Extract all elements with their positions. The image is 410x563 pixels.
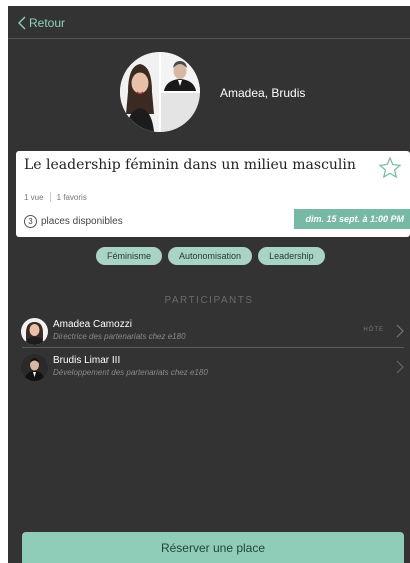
event-title: Le leadership féminin dans un milieu mas… <box>24 157 356 173</box>
participant-row[interactable]: Amadea Camozzi Directrice des partenaria… <box>8 314 410 348</box>
chevron-right-icon <box>396 360 404 374</box>
places-label: places disponibles <box>41 216 123 227</box>
tag-list: Féminisme Autonomisation Leadership <box>96 247 331 265</box>
back-button[interactable]: Retour <box>17 16 65 30</box>
places-available: 3 places disponibles <box>24 215 123 228</box>
participant-role: Développement des partenariats chez e180 <box>53 368 208 377</box>
participants-section-title: PARTICIPANTS <box>164 295 254 306</box>
host-avatars-image <box>120 52 200 132</box>
participant-row[interactable]: Brudis Limar III Développement des parte… <box>8 350 410 384</box>
participant-divider <box>22 347 404 348</box>
tag-feminisme[interactable]: Féminisme <box>96 247 163 265</box>
chevron-right-icon <box>396 324 404 338</box>
host-badge: HÔTE <box>363 327 384 333</box>
favorites-count: 1 favoris <box>56 192 87 202</box>
event-card: Le leadership féminin dans un milieu mas… <box>16 151 410 237</box>
participant-name: Amadea Camozzi <box>53 319 132 330</box>
star-icon[interactable] <box>378 156 402 180</box>
tag-leadership[interactable]: Leadership <box>258 247 325 265</box>
chevron-left-icon <box>18 16 26 30</box>
host-avatar-group <box>120 52 200 132</box>
stats-divider <box>49 192 51 202</box>
event-date-badge: dim. 15 sept. à 1:00 PM <box>294 209 410 229</box>
participant-name: Brudis Limar III <box>53 355 121 366</box>
places-count-badge: 3 <box>24 215 37 228</box>
tag-autonomisation[interactable]: Autonomisation <box>168 247 253 265</box>
back-label: Retour <box>29 16 66 30</box>
participant-role: Directrice des partenariats chez e180 <box>53 332 186 341</box>
app-screen: Retour Amadea, Brudis Le leadership fémi… <box>8 6 410 563</box>
nav-bar: Retour <box>8 6 410 39</box>
event-stats: 1 vue 1 favoris <box>24 192 87 202</box>
reserve-button[interactable]: Réserver une place <box>22 532 404 563</box>
avatar <box>21 318 48 345</box>
host-names: Amadea, Brudis <box>220 86 306 100</box>
avatar <box>21 354 48 381</box>
views-count: 1 vue <box>24 192 44 202</box>
